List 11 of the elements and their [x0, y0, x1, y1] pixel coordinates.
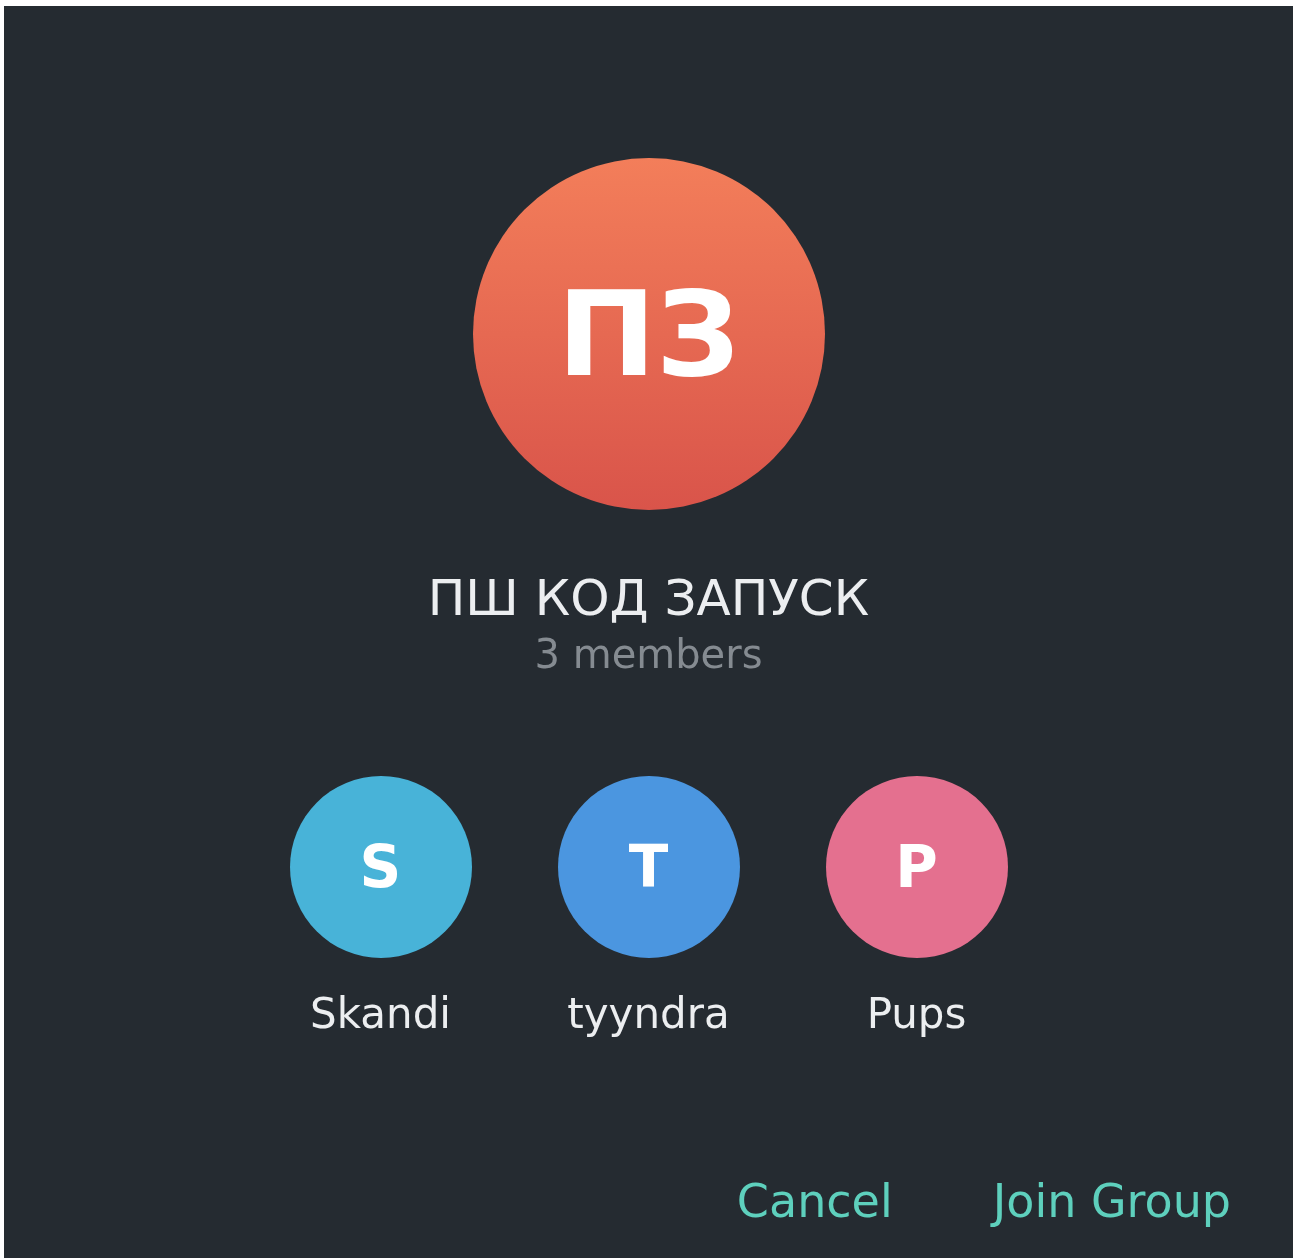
join-button[interactable]: Join Group	[992, 1167, 1231, 1236]
cancel-button[interactable]: Cancel	[736, 1167, 893, 1236]
group-avatar: ПЗ	[472, 158, 825, 510]
member-name: Skandi	[310, 988, 451, 1040]
member-count: 3 members	[534, 630, 763, 678]
group-title: ПШ КОД ЗАПУСК	[427, 568, 870, 628]
member-avatar[interactable]: S	[289, 776, 472, 958]
member-name: Pups	[866, 988, 967, 1040]
member-avatar[interactable]: P	[825, 776, 1008, 958]
member-name: tyyndra	[567, 988, 730, 1040]
member-avatar[interactable]: T	[557, 776, 740, 958]
